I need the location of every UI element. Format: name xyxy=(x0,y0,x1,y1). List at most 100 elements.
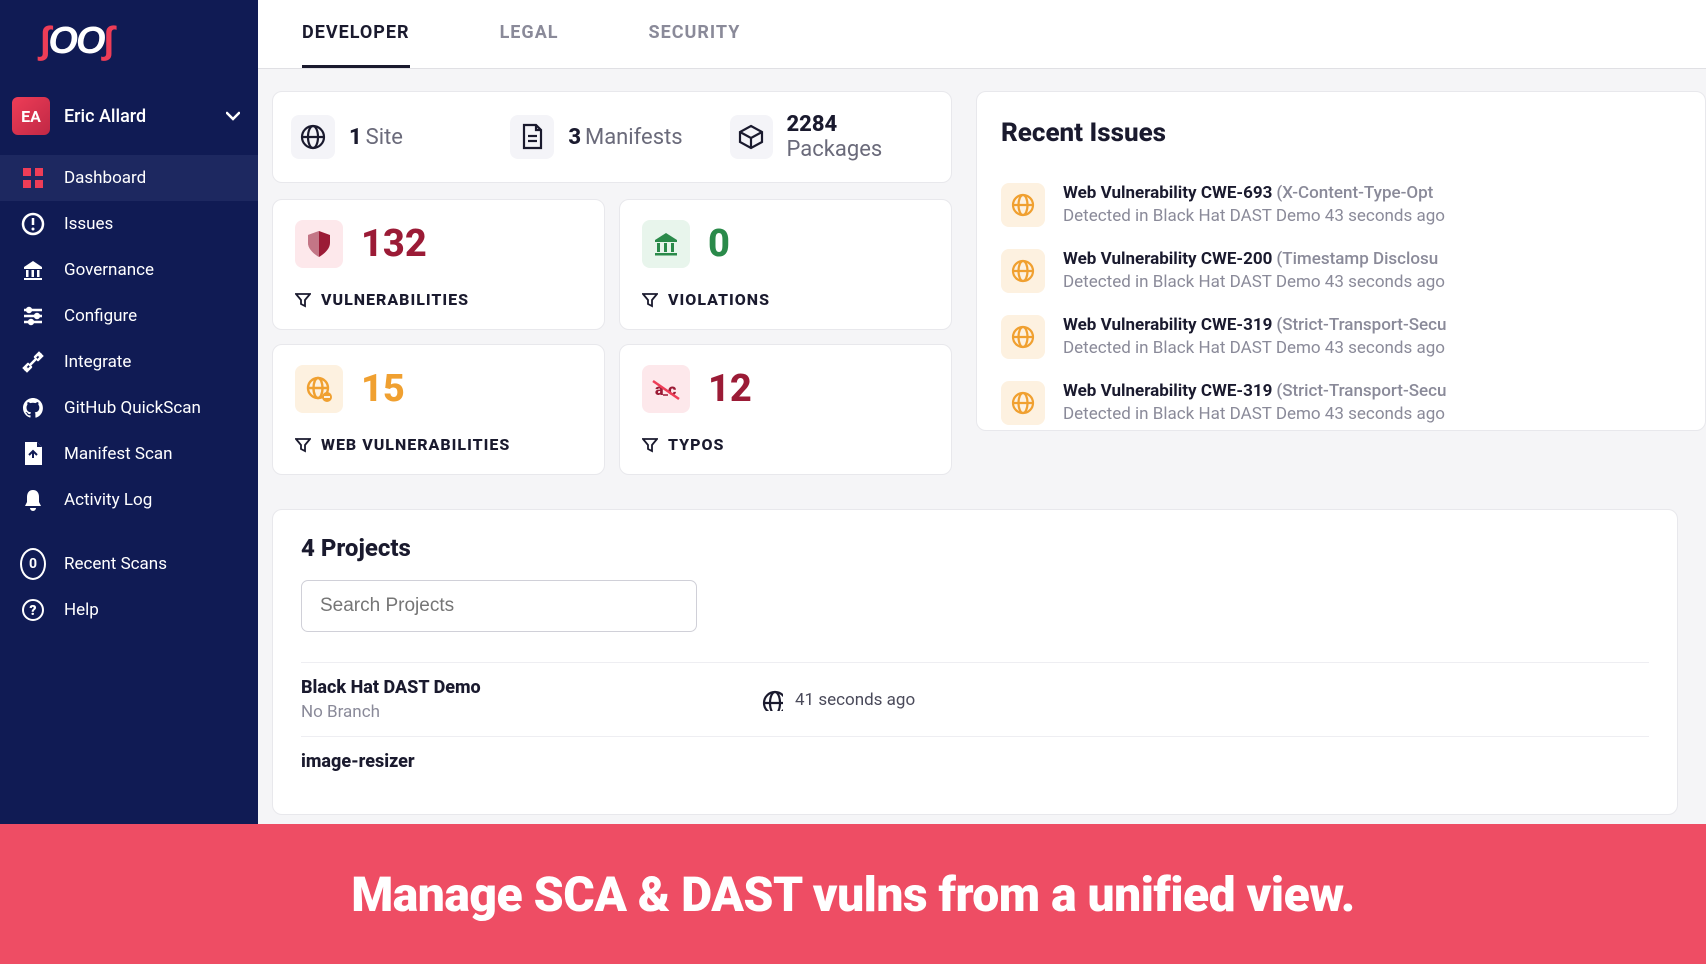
issue-detail: Detected in Black Hat DAST Demo 43 secon… xyxy=(1063,272,1445,292)
sidebar-item-issues[interactable]: Issues xyxy=(0,201,258,247)
filter-icon xyxy=(642,292,658,308)
sidebar-item-label: Dashboard xyxy=(64,168,146,188)
stat-label: Site xyxy=(366,125,403,150)
stat-label: Manifests xyxy=(585,125,683,150)
sidebar-item-dashboard[interactable]: Dashboard xyxy=(0,155,258,201)
card-label: WEB VULNERABILITIES xyxy=(321,435,510,454)
issue-title: Web Vulnerability CWE-200 xyxy=(1063,249,1272,269)
card-label: VULNERABILITIES xyxy=(321,290,469,309)
sidebar-item-integrate[interactable]: Integrate xyxy=(0,339,258,385)
card-number: 15 xyxy=(361,367,405,411)
project-name: image-resizer xyxy=(301,751,721,772)
sidebar-item-label: Configure xyxy=(64,306,137,326)
dashboard-icon xyxy=(20,165,46,191)
stat-packages: 2284 Packages xyxy=(722,112,941,162)
issue-title: Web Vulnerability CWE-319 xyxy=(1063,381,1272,401)
sidebar-item-label: Recent Scans xyxy=(64,554,167,574)
issue-subtitle: (Strict-Transport-Secu xyxy=(1276,315,1446,335)
user-menu[interactable]: EA Eric Allard xyxy=(0,87,258,155)
help-icon: ? xyxy=(20,597,46,623)
sidebar-item-governance[interactable]: Governance xyxy=(0,247,258,293)
project-name: Black Hat DAST Demo xyxy=(301,677,721,698)
projects-panel: 4 Projects Black Hat DAST Demo No Branch 4… xyxy=(272,509,1678,815)
stat-count: 1 xyxy=(349,125,362,150)
filter-icon xyxy=(295,292,311,308)
issue-title: Web Vulnerability CWE-319 xyxy=(1063,315,1272,335)
card-typos[interactable]: ac12TYPOS xyxy=(619,344,952,475)
issue-detail: Detected in Black Hat DAST Demo 43 secon… xyxy=(1063,338,1446,358)
file-icon xyxy=(510,115,554,159)
sidebar: ∫OO∫ EA Eric Allard Dashboard Issues Gover… xyxy=(0,0,258,964)
recent-issues-panel: Recent Issues Web Vulnerability CWE-693 … xyxy=(976,91,1706,431)
sidebar-item-activity-log[interactable]: Activity Log xyxy=(0,477,258,523)
sidebar-item-configure[interactable]: Configure xyxy=(0,293,258,339)
recent-issues-title: Recent Issues xyxy=(1001,118,1681,148)
bell-icon xyxy=(20,487,46,513)
bank-icon xyxy=(642,220,690,268)
package-icon xyxy=(730,115,773,159)
issue-row[interactable]: Web Vulnerability CWE-319 (Strict-Transp… xyxy=(1001,304,1681,370)
configure-icon xyxy=(20,303,46,329)
project-time: 41 seconds ago xyxy=(761,689,915,711)
card-violations[interactable]: 0VIOLATIONS xyxy=(619,199,952,330)
project-row[interactable]: image-resizer xyxy=(301,736,1649,790)
card-grid: 132 VULNERABILITIES 0VIOLATIONS 15 WEB VULNE… xyxy=(272,199,952,475)
sidebar-item-label: GitHub QuickScan xyxy=(64,398,201,418)
tabs: DEVELOPER LEGAL SECURITY xyxy=(258,0,1706,69)
project-row[interactable]: Black Hat DAST Demo No Branch 41 seconds a… xyxy=(301,662,1649,736)
sidebar-item-label: Governance xyxy=(64,260,154,280)
search-projects-input[interactable] xyxy=(301,580,697,632)
sidebar-item-help[interactable]: ? Help xyxy=(0,587,258,633)
globe-icon xyxy=(761,689,783,711)
tab-security[interactable]: SECURITY xyxy=(649,0,741,68)
globe-icon xyxy=(1001,381,1045,425)
issue-subtitle: (Timestamp Disclosu xyxy=(1276,249,1438,269)
stat-count: 2284 xyxy=(787,112,838,137)
sidebar-item-github-quickscan[interactable]: GitHub QuickScan xyxy=(0,385,258,431)
logo: ∫OO∫ xyxy=(0,14,258,87)
sidebar-item-manifest-scan[interactable]: Manifest Scan xyxy=(0,431,258,477)
globe-icon xyxy=(1001,315,1045,359)
globe-icon xyxy=(1001,183,1045,227)
issue-title: Web Vulnerability CWE-693 xyxy=(1063,183,1272,203)
manifest-icon xyxy=(20,441,46,467)
stat-count: 3 xyxy=(568,125,581,150)
card-vulnerabilities[interactable]: 132 VULNERABILITIES xyxy=(272,199,605,330)
github-icon xyxy=(20,395,46,421)
main: DEVELOPERLEGALSECURITY 1 Site3 Manifests… xyxy=(258,0,1706,964)
typo-icon: ac xyxy=(642,365,690,413)
sidebar-item-label: Integrate xyxy=(64,352,131,372)
tab-developer[interactable]: DEVELOPER xyxy=(302,0,410,68)
card-number: 0 xyxy=(708,222,730,266)
project-branch: No Branch xyxy=(301,702,721,722)
issue-detail: Detected in Black Hat DAST Demo 43 secon… xyxy=(1063,404,1446,424)
sidebar-item-label: Manifest Scan xyxy=(64,444,173,464)
stat-row: 1 Site3 Manifests2284 Packages xyxy=(272,91,952,183)
user-name: Eric Allard xyxy=(64,106,212,127)
issue-row[interactable]: Web Vulnerability CWE-319 (Strict-Transp… xyxy=(1001,370,1681,431)
card-web-vulnerabilities[interactable]: 15 WEB VULNERABILITIES xyxy=(272,344,605,475)
svg-text:?: ? xyxy=(29,603,36,619)
sidebar-item-label: Activity Log xyxy=(64,490,152,510)
sidebar-item-recent-scans[interactable]: 0 Recent Scans xyxy=(0,541,258,587)
stat-site: 1 Site xyxy=(283,112,502,162)
sidebar-item-label: Issues xyxy=(64,214,113,234)
banner-text: Manage SCA & DAST vulns from a unified v… xyxy=(351,866,1355,923)
issue-subtitle: (X-Content-Type-Opt xyxy=(1276,183,1433,203)
avatar: EA xyxy=(12,97,50,135)
projects-title: 4 Projects xyxy=(301,534,1649,562)
card-number: 132 xyxy=(361,222,427,266)
chevron-down-icon xyxy=(226,111,240,121)
logo-text: ∫OO∫ xyxy=(40,20,112,62)
stat-manifests: 3 Manifests xyxy=(502,112,721,162)
globe-x-icon xyxy=(295,365,343,413)
promo-banner: Manage SCA & DAST vulns from a unified v… xyxy=(0,824,1706,964)
card-number: 12 xyxy=(708,367,752,411)
issue-row[interactable]: Web Vulnerability CWE-200 (Timestamp Dis… xyxy=(1001,238,1681,304)
issue-row[interactable]: Web Vulnerability CWE-693 (X-Content-Typ… xyxy=(1001,172,1681,238)
governance-icon xyxy=(20,257,46,283)
issues-icon xyxy=(20,211,46,237)
stat-label: Packages xyxy=(787,137,883,162)
tab-legal[interactable]: LEGAL xyxy=(500,0,559,68)
globe-icon xyxy=(1001,249,1045,293)
